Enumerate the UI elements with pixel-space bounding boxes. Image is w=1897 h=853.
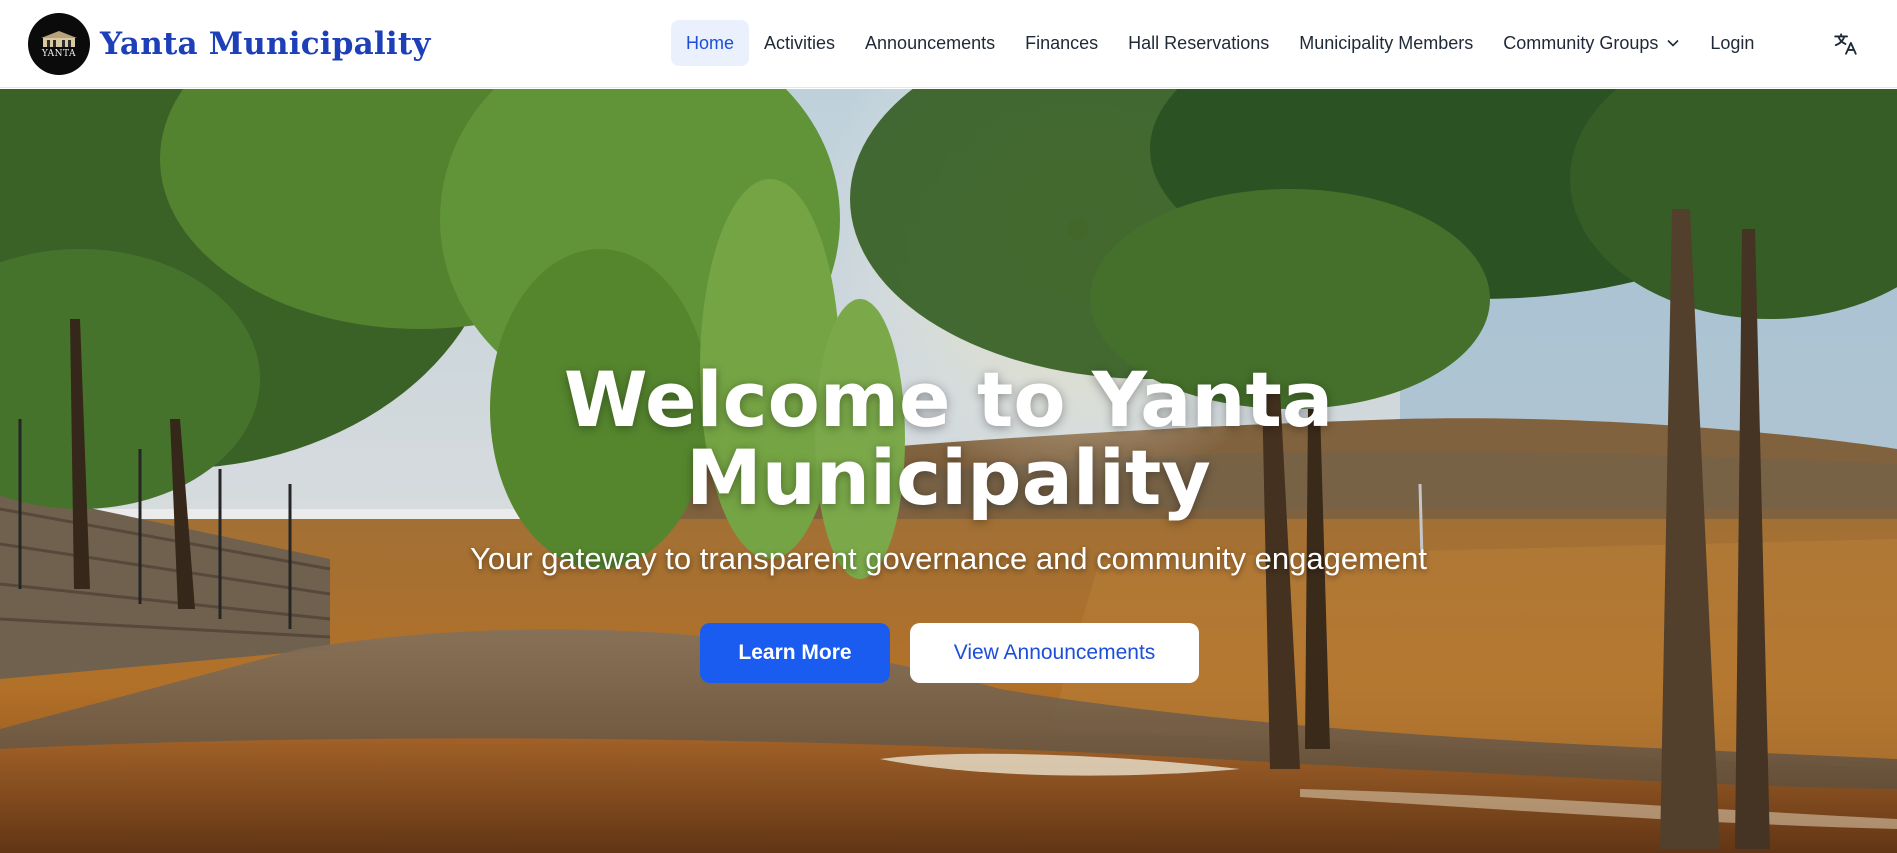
logo-text: YANTA bbox=[41, 48, 77, 59]
nav-finances[interactable]: Finances bbox=[1010, 20, 1113, 66]
nav-home[interactable]: Home bbox=[671, 20, 750, 66]
hero-title-line-2: Municipality bbox=[686, 433, 1211, 522]
nav-announcements[interactable]: Announcements bbox=[850, 20, 1010, 66]
hero-section: Welcome to Yanta Municipality Your gatew… bbox=[0, 89, 1897, 853]
nav-login[interactable]: Login bbox=[1695, 20, 1769, 66]
main-nav: Home Activities Announcements Finances H… bbox=[671, 20, 1769, 66]
nav-municipality-members[interactable]: Municipality Members bbox=[1284, 20, 1488, 66]
brand-home-link[interactable]: YANTA Yanta Municipality bbox=[28, 13, 431, 75]
learn-more-button[interactable]: Learn More bbox=[700, 623, 890, 683]
nav-activities[interactable]: Activities bbox=[749, 20, 850, 66]
site-title[interactable]: Yanta Municipality bbox=[100, 26, 431, 62]
building-icon bbox=[41, 30, 77, 47]
chevron-down-icon bbox=[1667, 39, 1679, 47]
translate-icon[interactable] bbox=[1833, 31, 1859, 57]
hero-subtitle: Your gateway to transparent governance a… bbox=[469, 541, 1428, 576]
nav-community-groups-label: Community Groups bbox=[1503, 33, 1659, 53]
top-navbar: YANTA Yanta Municipality Home Activities… bbox=[0, 0, 1897, 88]
view-announcements-button[interactable]: View Announcements bbox=[910, 623, 1199, 683]
municipality-logo: YANTA bbox=[28, 13, 90, 75]
nav-hall-reservations[interactable]: Hall Reservations bbox=[1113, 20, 1284, 66]
hero-title: Welcome to Yanta Municipality bbox=[0, 361, 1897, 517]
hero-title-line-1: Welcome to Yanta bbox=[563, 355, 1334, 444]
nav-community-groups[interactable]: Community Groups bbox=[1488, 20, 1695, 66]
